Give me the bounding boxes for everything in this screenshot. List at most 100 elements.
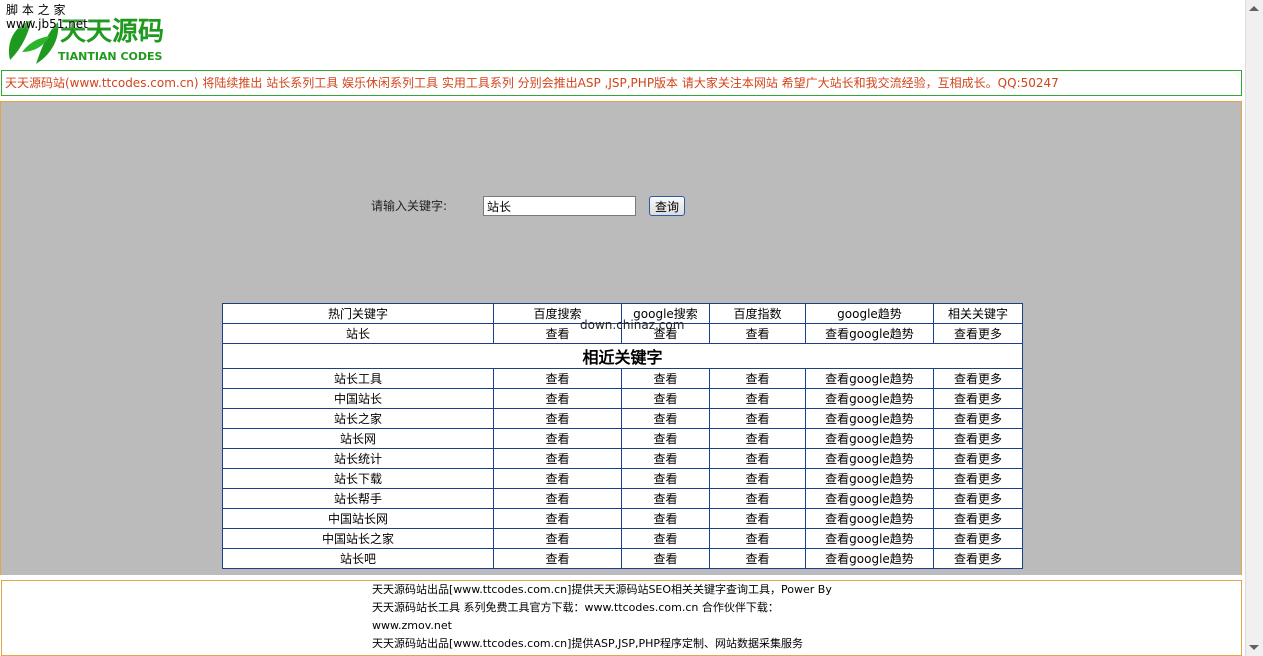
- baidu-search-link[interactable]: 查看: [545, 472, 569, 486]
- google-search-link[interactable]: 查看: [653, 532, 677, 546]
- keyword-cell: 站长: [222, 323, 494, 344]
- table-row: 站长工具 查看 查看 查看 查看google趋势 查看更多: [222, 368, 1023, 389]
- header-google-trend: google趋势: [805, 303, 934, 324]
- related-more-link[interactable]: 查看更多: [954, 532, 1002, 546]
- table-row: 站长下载 查看 查看 查看 查看google趋势 查看更多: [222, 468, 1023, 489]
- keyword-input[interactable]: [483, 196, 636, 216]
- google-trend-link[interactable]: 查看google趋势: [825, 372, 914, 386]
- baidu-search-link[interactable]: 查看: [545, 492, 569, 506]
- baidu-index-link[interactable]: 查看: [745, 392, 769, 406]
- search-button[interactable]: 查询: [649, 196, 685, 216]
- scroll-down-arrow-icon[interactable]: [1249, 645, 1259, 650]
- table-row: 站长吧 查看 查看 查看 查看google趋势 查看更多: [222, 548, 1023, 569]
- watermark-line2: www.jb51.net: [6, 17, 88, 31]
- baidu-search-link[interactable]: 查看: [545, 512, 569, 526]
- related-more-link[interactable]: 查看更多: [954, 412, 1002, 426]
- search-label: 请输入关键字:: [371, 199, 448, 213]
- header-related-keywords: 相关关键字: [933, 303, 1023, 324]
- keyword-results-table: 热门关键字 百度搜索 google搜索 百度指数 google趋势 相关关键字 …: [222, 303, 1023, 569]
- google-search-link[interactable]: 查看: [653, 472, 677, 486]
- google-trend-link[interactable]: 查看google趋势: [825, 327, 914, 341]
- google-search-link[interactable]: 查看: [653, 492, 677, 506]
- google-search-link[interactable]: 查看: [653, 512, 677, 526]
- logo-sub-text: TIANTIAN CODES: [58, 50, 163, 63]
- footer-line: 天天源码站出品[www.ttcodes.com.cn]提供天天源码站SEO相关关…: [372, 583, 832, 596]
- google-search-link[interactable]: 查看: [653, 552, 677, 566]
- google-search-link[interactable]: 查看: [653, 412, 677, 426]
- overlay-watermark-text: down.chinaz.com: [580, 318, 685, 332]
- baidu-index-link[interactable]: 查看: [745, 432, 769, 446]
- related-more-link[interactable]: 查看更多: [954, 327, 1002, 341]
- table-row: 站长帮手 查看 查看 查看 查看google趋势 查看更多: [222, 488, 1023, 509]
- keyword-cell: 站长吧: [222, 548, 494, 569]
- section-row: 相近关键字: [222, 343, 1023, 369]
- baidu-index-link[interactable]: 查看: [745, 532, 769, 546]
- table-row: 站长之家 查看 查看 查看 查看google趋势 查看更多: [222, 408, 1023, 429]
- google-trend-link[interactable]: 查看google趋势: [825, 432, 914, 446]
- table-row: 中国站长网 查看 查看 查看 查看google趋势 查看更多: [222, 508, 1023, 529]
- baidu-index-link[interactable]: 查看: [745, 452, 769, 466]
- keyword-cell: 中国站长之家: [222, 528, 494, 549]
- header-hot-keyword: 热门关键字: [222, 303, 494, 324]
- keyword-cell: 中国站长: [222, 388, 494, 409]
- baidu-search-link[interactable]: 查看: [545, 372, 569, 386]
- footer: 天天源码站出品[www.ttcodes.com.cn]提供天天源码站SEO相关关…: [1, 580, 1242, 656]
- footer-line: 天天源码站长工具 系列免费工具官方下载：www.ttcodes.com.cn 合…: [372, 601, 779, 614]
- keyword-cell: 中国站长网: [222, 508, 494, 529]
- table-row: 站长网 查看 查看 查看 查看google趋势 查看更多: [222, 428, 1023, 449]
- google-search-link[interactable]: 查看: [653, 432, 677, 446]
- baidu-search-link[interactable]: 查看: [545, 452, 569, 466]
- baidu-search-link[interactable]: 查看: [545, 327, 569, 341]
- related-more-link[interactable]: 查看更多: [954, 492, 1002, 506]
- keyword-cell: 站长帮手: [222, 488, 494, 509]
- baidu-index-link[interactable]: 查看: [745, 327, 769, 341]
- related-more-link[interactable]: 查看更多: [954, 512, 1002, 526]
- google-trend-link[interactable]: 查看google趋势: [825, 532, 914, 546]
- related-more-link[interactable]: 查看更多: [954, 472, 1002, 486]
- footer-line: 天天源码站出品[www.ttcodes.com.cn]提供ASP,JSP,PHP…: [372, 637, 803, 650]
- related-more-link[interactable]: 查看更多: [954, 432, 1002, 446]
- related-more-link[interactable]: 查看更多: [954, 552, 1002, 566]
- google-trend-link[interactable]: 查看google趋势: [825, 472, 914, 486]
- google-trend-link[interactable]: 查看google趋势: [825, 452, 914, 466]
- baidu-index-link[interactable]: 查看: [745, 552, 769, 566]
- table-row: 中国站长 查看 查看 查看 查看google趋势 查看更多: [222, 388, 1023, 409]
- main-panel: 请输入关键字: 查询 热门关键字 百度搜索 google搜索 百度指数 goog…: [0, 101, 1242, 575]
- table-row: 站长统计 查看 查看 查看 查看google趋势 查看更多: [222, 448, 1023, 469]
- google-trend-link[interactable]: 查看google趋势: [825, 412, 914, 426]
- keyword-cell: 站长之家: [222, 408, 494, 429]
- similar-keywords-title: 相近关键字: [222, 343, 1023, 369]
- baidu-index-link[interactable]: 查看: [745, 372, 769, 386]
- keyword-cell: 站长统计: [222, 448, 494, 469]
- google-search-link[interactable]: 查看: [653, 372, 677, 386]
- keyword-cell: 站长网: [222, 428, 494, 449]
- google-search-link[interactable]: 查看: [653, 452, 677, 466]
- footer-line: www.zmov.net: [372, 619, 452, 632]
- vertical-scrollbar[interactable]: [1245, 0, 1263, 656]
- related-more-link[interactable]: 查看更多: [954, 372, 1002, 386]
- google-trend-link[interactable]: 查看google趋势: [825, 512, 914, 526]
- scroll-up-arrow-icon[interactable]: [1249, 6, 1259, 11]
- google-trend-link[interactable]: 查看google趋势: [825, 492, 914, 506]
- site-watermark: 脚 本 之 家 www.jb51.net: [6, 3, 88, 31]
- baidu-search-link[interactable]: 查看: [545, 532, 569, 546]
- google-trend-link[interactable]: 查看google趋势: [825, 392, 914, 406]
- baidu-search-link[interactable]: 查看: [545, 552, 569, 566]
- baidu-search-link[interactable]: 查看: [545, 432, 569, 446]
- baidu-index-link[interactable]: 查看: [745, 412, 769, 426]
- notice-text: 天天源码站(www.ttcodes.com.cn) 将陆续推出 站长系列工具 娱…: [5, 76, 1059, 90]
- related-more-link[interactable]: 查看更多: [954, 392, 1002, 406]
- baidu-index-link[interactable]: 查看: [745, 472, 769, 486]
- header-baidu-index: 百度指数: [709, 303, 806, 324]
- google-search-link[interactable]: 查看: [653, 392, 677, 406]
- google-trend-link[interactable]: 查看google趋势: [825, 552, 914, 566]
- notice-bar: 天天源码站(www.ttcodes.com.cn) 将陆续推出 站长系列工具 娱…: [1, 70, 1242, 96]
- baidu-index-link[interactable]: 查看: [745, 512, 769, 526]
- baidu-search-link[interactable]: 查看: [545, 392, 569, 406]
- keyword-cell: 站长工具: [222, 368, 494, 389]
- baidu-index-link[interactable]: 查看: [745, 492, 769, 506]
- related-more-link[interactable]: 查看更多: [954, 452, 1002, 466]
- watermark-line1: 脚 本 之 家: [6, 3, 66, 17]
- keyword-cell: 站长下载: [222, 468, 494, 489]
- baidu-search-link[interactable]: 查看: [545, 412, 569, 426]
